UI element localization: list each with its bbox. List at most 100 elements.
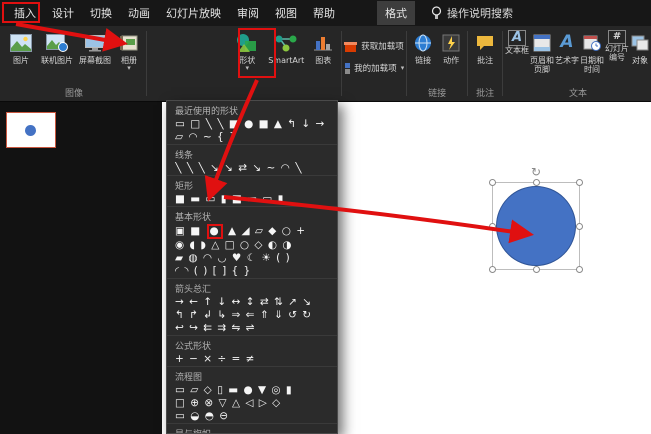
online-pictures-icon (46, 30, 68, 56)
comment-button[interactable]: 批注 (470, 28, 500, 86)
shapes-section-title: 星与旗帜 (167, 423, 337, 433)
oval-shape[interactable] (496, 186, 576, 266)
shapes-section-flowchart: 流程图 ▭ ▱ ◇ ▯ ▬ ● ▼ ◎ ▮ □ ⊕ ⊗ ▽ △ ◁ ▷ ◇ ▭ … (167, 366, 337, 423)
tellme-search[interactable]: 操作说明搜索 (431, 5, 513, 21)
resize-handle-nw[interactable] (489, 179, 496, 186)
tab-review[interactable]: 审阅 (229, 1, 267, 25)
resize-handle-w[interactable] (489, 222, 496, 230)
shape-row[interactable]: ▭ □ ╲ ╲ ■ ● ■ ▲ ↰ ↓ → (167, 118, 337, 131)
shapes-section-title: 线条 (167, 144, 337, 162)
tab-insert[interactable]: 插入 (6, 1, 44, 25)
action-label: 动作 (443, 56, 460, 65)
tab-animations[interactable]: 动画 (120, 1, 158, 25)
shape-row[interactable]: → ← ↑ ↓ ↔ ↕ ⇄ ⇅ ↗ ↘ (167, 296, 337, 309)
group-label-text: 文本 (569, 89, 588, 99)
tellme-label: 操作说明搜索 (447, 7, 513, 20)
ribbon-group-text: A 文本框 页眉和页脚 A 艺术字 日期和时间 # 幻灯片编号 对象 文本 (505, 26, 651, 101)
slide-thumbnail[interactable] (6, 112, 56, 148)
shape-row[interactable]: ↰ ↱ ↲ ↳ ⇒ ⇐ ⇑ ⇓ ↺ ↻ (167, 309, 337, 322)
tab-view[interactable]: 视图 (267, 1, 305, 25)
tab-format[interactable]: 格式 (377, 1, 415, 25)
resize-handle-n[interactable] (532, 179, 540, 186)
get-addins-label: 获取加载项 (361, 42, 404, 52)
textbox-icon: A (508, 30, 527, 46)
textbox-button[interactable]: A 文本框 (505, 28, 529, 86)
picture-button[interactable]: 图片 (4, 28, 38, 86)
tab-transitions[interactable]: 切换 (82, 1, 120, 25)
ribbon-group-links: 链接 动作 链接 (409, 26, 465, 101)
shape-row[interactable]: ▱ ◠ ~ { } (167, 131, 337, 144)
shape-row[interactable]: ╲ ╲ ╲ ↘ ↘ ⇄ ↘ ~ ◠ ╲ (167, 162, 337, 175)
header-footer-button[interactable]: 页眉和页脚 (529, 28, 555, 86)
link-label: 链接 (415, 56, 432, 65)
ribbon-divider (502, 31, 504, 96)
shapes-section-title: 基本形状 (167, 206, 337, 224)
shapes-section-stars: 星与旗帜 ★ ☆ * ★ ☆ * ★ ☆ ☆ ★ ☆ ★ (167, 423, 337, 433)
my-addins-button[interactable]: 我的加载项 ▾ (344, 57, 404, 79)
header-footer-label: 页眉和页脚 (530, 56, 555, 75)
shapes-section-arrows: 箭头总汇 → ← ↑ ↓ ↔ ↕ ⇄ ⇅ ↗ ↘ ↰ ↱ ↲ ↳ ⇒ ⇐ ⇑ ⇓… (167, 278, 337, 335)
store-icon (344, 41, 358, 52)
wordart-button[interactable]: A 艺术字 (555, 28, 579, 86)
tab-slideshow[interactable]: 幻灯片放映 (158, 1, 229, 25)
resize-handle-e[interactable] (576, 222, 583, 230)
resize-handle-ne[interactable] (576, 179, 583, 186)
ribbon: 图片 联机图片 屏幕截图 相册 ▾ 图像 形状 ▾ SmartArt 图表 获取… (0, 26, 651, 102)
tab-help[interactable]: 帮助 (305, 1, 343, 25)
chart-button[interactable]: 图表 (307, 28, 339, 86)
slide-number-button[interactable]: # 幻灯片编号 (605, 28, 629, 86)
online-pictures-button[interactable]: 联机图片 (38, 28, 76, 86)
header-footer-icon (533, 30, 551, 56)
annotation-box-oval: ● (206, 224, 223, 239)
basic-shapes-post[interactable]: ▲ ◢ ▱ ◆ ○ + (228, 225, 306, 237)
basic-shapes-pre[interactable]: ▣ ■ (175, 225, 201, 237)
ribbon-group-images: 图片 联机图片 屏幕截图 相册 ▾ 图像 (4, 26, 144, 101)
shape-selection-box: ↻ (489, 165, 583, 273)
group-label-images: 图像 (64, 89, 83, 99)
ribbon-divider (146, 31, 147, 96)
slide-thumbnail-panel (0, 102, 162, 434)
resize-handle-s[interactable] (532, 266, 540, 273)
shape-row[interactable]: ▭ ▱ ◇ ▯ ▬ ● ▼ ◎ ▮ (167, 384, 337, 397)
oval-shape-item[interactable]: ● (210, 225, 220, 237)
shape-row[interactable]: ↩ ↪ ⇇ ⇉ ⇋ ⇌ (167, 322, 337, 335)
shape-row[interactable]: ◉ ◖ ◗ △ □ ○ ◇ ◐ ◑ (167, 239, 337, 252)
date-time-button[interactable]: 日期和时间 (579, 28, 605, 86)
object-button[interactable]: 对象 (629, 28, 651, 86)
screenshot-button[interactable]: 屏幕截图 (76, 28, 114, 86)
shape-row[interactable]: □ ⊕ ⊗ ▽ △ ◁ ▷ ◇ (167, 397, 337, 410)
action-button[interactable]: 动作 (437, 28, 465, 86)
shape-row[interactable]: ▭ ◒ ◓ ⊖ (167, 410, 337, 423)
date-time-label: 日期和时间 (580, 56, 605, 75)
chart-label: 图表 (315, 56, 332, 65)
ribbon-spacer (149, 26, 229, 101)
slide-number-label: 幻灯片编号 (605, 44, 630, 63)
photo-album-button[interactable]: 相册 ▾ (114, 28, 144, 86)
ribbon-divider (467, 31, 469, 96)
chevron-down-icon: ▾ (127, 64, 131, 73)
rotate-handle-icon[interactable]: ↻ (531, 165, 541, 179)
action-icon (441, 30, 461, 56)
smartart-button[interactable]: SmartArt (265, 28, 307, 86)
shapes-section-basic: 基本形状 ▣ ■ ● ▲ ◢ ▱ ◆ ○ + ◉ ◖ ◗ △ □ ○ ◇ ◐ ◑… (167, 206, 337, 278)
my-addins-label: 我的加载项 (354, 64, 397, 74)
picture-icon (10, 30, 32, 56)
shape-row[interactable]: ■ ▬ ▭ ▮ ■ ▬ ▭ ▮ (167, 193, 337, 206)
shapes-button[interactable]: 形状 ▾ (229, 28, 265, 86)
shape-row[interactable]: ◜ ◝ ( ) [ ] { } (167, 265, 337, 278)
get-addins-button[interactable]: 获取加载项 (344, 35, 404, 57)
link-button[interactable]: 链接 (409, 28, 437, 86)
shapes-dropdown-menu: 最近使用的形状 ▭ □ ╲ ╲ ■ ● ■ ▲ ↰ ↓ → ▱ ◠ ~ { } … (166, 100, 338, 434)
shape-row[interactable]: ▰ ◍ ◠ ◡ ♥ ☾ ☀ ( ) (167, 252, 337, 265)
group-label-comments: 批注 (476, 89, 495, 99)
smartart-icon (274, 30, 298, 56)
tab-design[interactable]: 设计 (44, 1, 82, 25)
slide-number-icon: # (608, 30, 627, 44)
shapes-section-equation: 公式形状 + − × ÷ = ≠ (167, 335, 337, 366)
resize-handle-sw[interactable] (489, 266, 496, 273)
textbox-label: 文本框 (505, 46, 530, 55)
shape-row[interactable]: + − × ÷ = ≠ (167, 353, 337, 366)
shapes-section-title: 矩形 (167, 175, 337, 193)
resize-handle-se[interactable] (576, 266, 583, 273)
thumbnail-circle-shape (25, 125, 36, 136)
